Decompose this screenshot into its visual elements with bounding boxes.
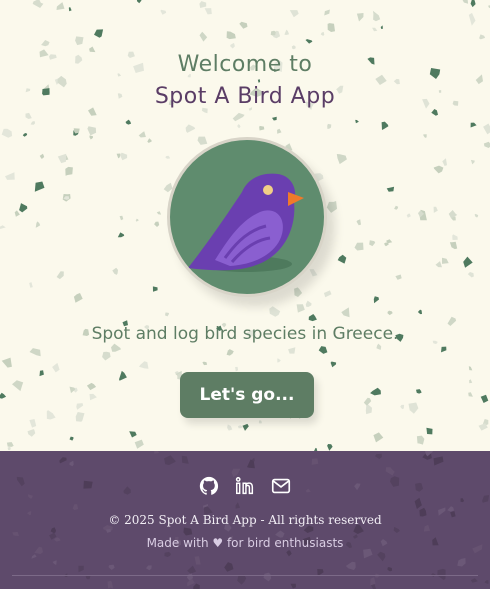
bird-avatar <box>167 137 327 297</box>
lets-go-button[interactable]: Let's go... <box>180 372 314 418</box>
linkedin-icon[interactable] <box>234 475 256 497</box>
hero-section: Welcome to Spot A Bird App Spot and log … <box>0 0 490 451</box>
footer: © 2025 Spot A Bird App - All rights rese… <box>0 451 490 589</box>
footer-divider <box>12 575 478 576</box>
mail-icon[interactable] <box>270 475 292 497</box>
welcome-line-1: Welcome to <box>177 52 313 77</box>
copyright-text: © 2025 Spot A Bird App - All rights rese… <box>108 513 382 527</box>
bird-icon <box>188 173 304 272</box>
github-icon[interactable] <box>198 475 220 497</box>
social-links <box>0 475 490 497</box>
app-title: Spot A Bird App <box>154 84 336 109</box>
made-with-text: Made with ♥ for bird enthusiasts <box>146 536 344 550</box>
tagline: Spot and log bird species in Greece. <box>91 324 399 344</box>
